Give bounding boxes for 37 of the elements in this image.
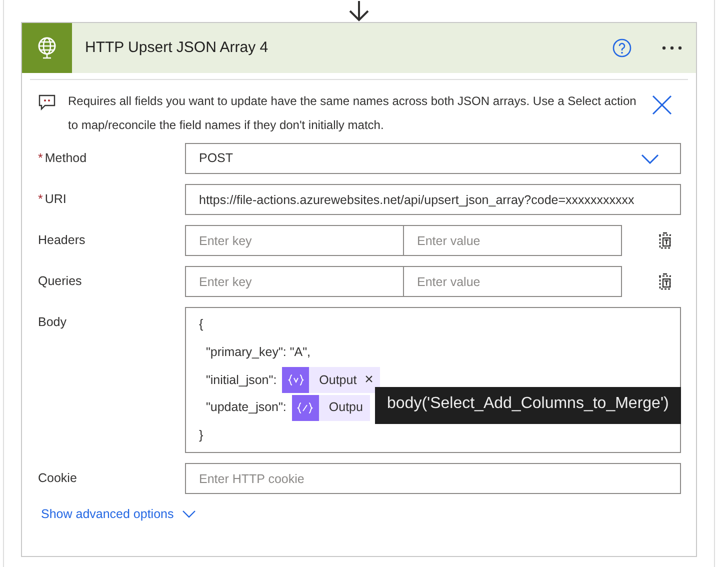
field-label: Headers bbox=[38, 232, 86, 249]
globe-icon bbox=[22, 23, 72, 73]
code-text: } bbox=[199, 426, 204, 444]
output-token[interactable]: Output × bbox=[282, 366, 380, 393]
help-icon[interactable] bbox=[612, 38, 632, 58]
action-title: HTTP Upsert JSON Array 4 bbox=[84, 38, 270, 58]
code-text: "initial_json": bbox=[204, 372, 278, 389]
field-label: * Method bbox=[38, 150, 88, 167]
code-text: "primary_key": "A", bbox=[204, 344, 311, 362]
field-label: Cookie bbox=[38, 470, 78, 487]
comment-icon bbox=[38, 93, 56, 111]
field-label: Queries bbox=[38, 273, 83, 290]
delete-icon[interactable] bbox=[657, 273, 673, 290]
close-icon[interactable] bbox=[652, 95, 672, 115]
more-options-icon[interactable] bbox=[662, 46, 682, 50]
input-field[interactable]: https://file-actions.azurewebsites.net/api/upsert_json_array?code=xxxxxxxxxxx bbox=[185, 184, 681, 215]
remove-icon[interactable]: × bbox=[364, 368, 374, 392]
chevron-down-icon bbox=[641, 154, 659, 164]
field-label: * URI bbox=[38, 191, 68, 208]
value-field[interactable]: Enter value bbox=[404, 266, 622, 297]
field-label: Body bbox=[38, 314, 68, 331]
output-token[interactable]: Outpu bbox=[292, 394, 370, 421]
code-text: { bbox=[199, 316, 204, 334]
chevron-down-icon bbox=[182, 510, 196, 518]
value-field[interactable]: Enter value bbox=[404, 225, 622, 256]
tooltip: body('Select_Add_Columns_to_Merge') bbox=[375, 387, 681, 424]
variable-icon bbox=[288, 374, 304, 386]
code-text: "update_json": bbox=[204, 399, 288, 416]
input-field[interactable]: Enter HTTP cookie bbox=[185, 463, 681, 494]
expression-icon bbox=[297, 402, 314, 414]
show-advanced-options-link[interactable]: Show advanced options bbox=[30, 504, 202, 525]
delete-icon[interactable] bbox=[657, 232, 673, 249]
key-field[interactable]: Enter key bbox=[185, 266, 404, 297]
method-dropdown[interactable]: POST bbox=[185, 143, 681, 174]
key-field[interactable]: Enter key bbox=[185, 225, 404, 256]
down-arrow-icon bbox=[347, 0, 371, 22]
info-message: Requires all fields you want to update have the same names across both JSON arrays. Use a Select action to map/reconcile the field names if they don't initially match. bbox=[68, 93, 638, 134]
